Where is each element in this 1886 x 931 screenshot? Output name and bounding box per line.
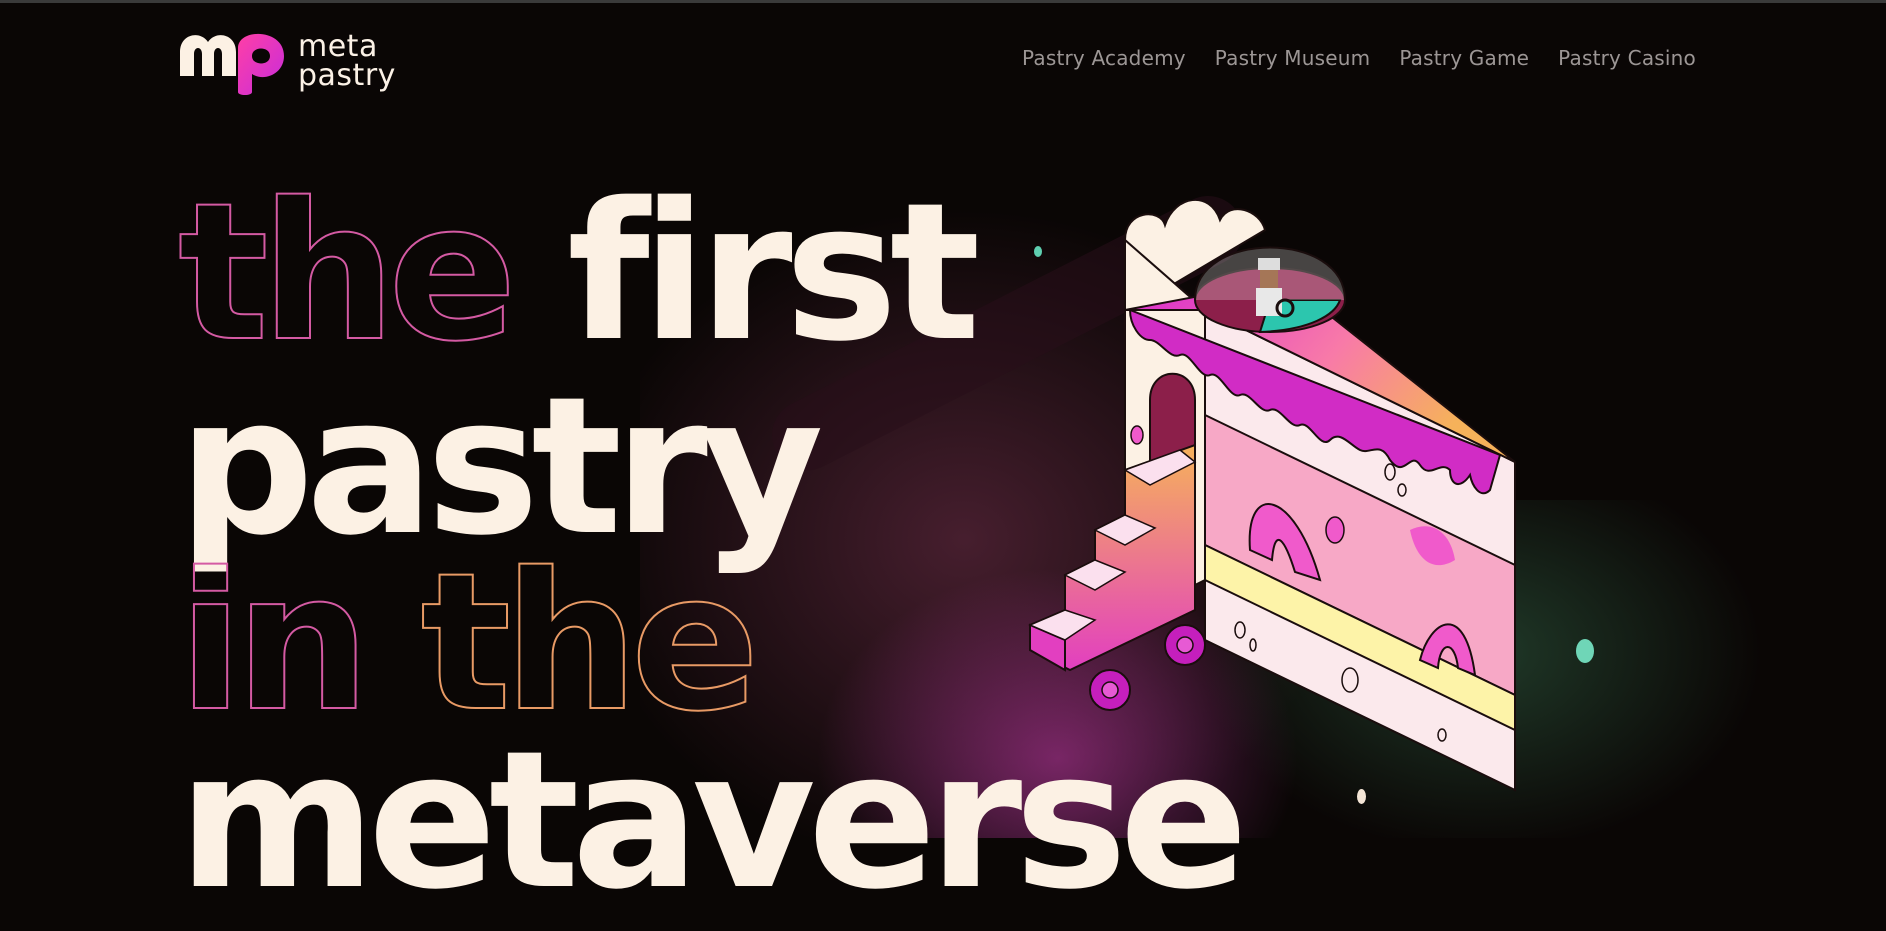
teal-particle <box>1576 639 1594 663</box>
brand-logo[interactable]: meta pastry <box>178 26 396 96</box>
brand-name-line2: pastry <box>298 58 396 93</box>
nav-pastry-academy[interactable]: Pastry Academy <box>1022 46 1186 70</box>
brand-name-line1: meta <box>298 29 378 64</box>
nav-pastry-game[interactable]: Pastry Game <box>1399 46 1529 70</box>
teal-particle <box>1034 246 1042 257</box>
window-top-border <box>0 0 1886 3</box>
mp-logo-icon <box>180 33 284 95</box>
nav-pastry-museum[interactable]: Pastry Museum <box>1215 46 1371 70</box>
headline-word-metaverse: metaverse <box>178 710 1248 931</box>
brand-name: meta pastry <box>298 29 396 93</box>
headline-line-1: the first <box>177 177 981 369</box>
headline-word-the: the <box>177 162 518 383</box>
cream-particle <box>1357 789 1366 804</box>
main-nav: Pastry Academy Pastry Museum Pastry Game… <box>1022 46 1696 70</box>
nav-pastry-casino[interactable]: Pastry Casino <box>1558 46 1696 70</box>
headline-word-first: first <box>567 162 980 383</box>
